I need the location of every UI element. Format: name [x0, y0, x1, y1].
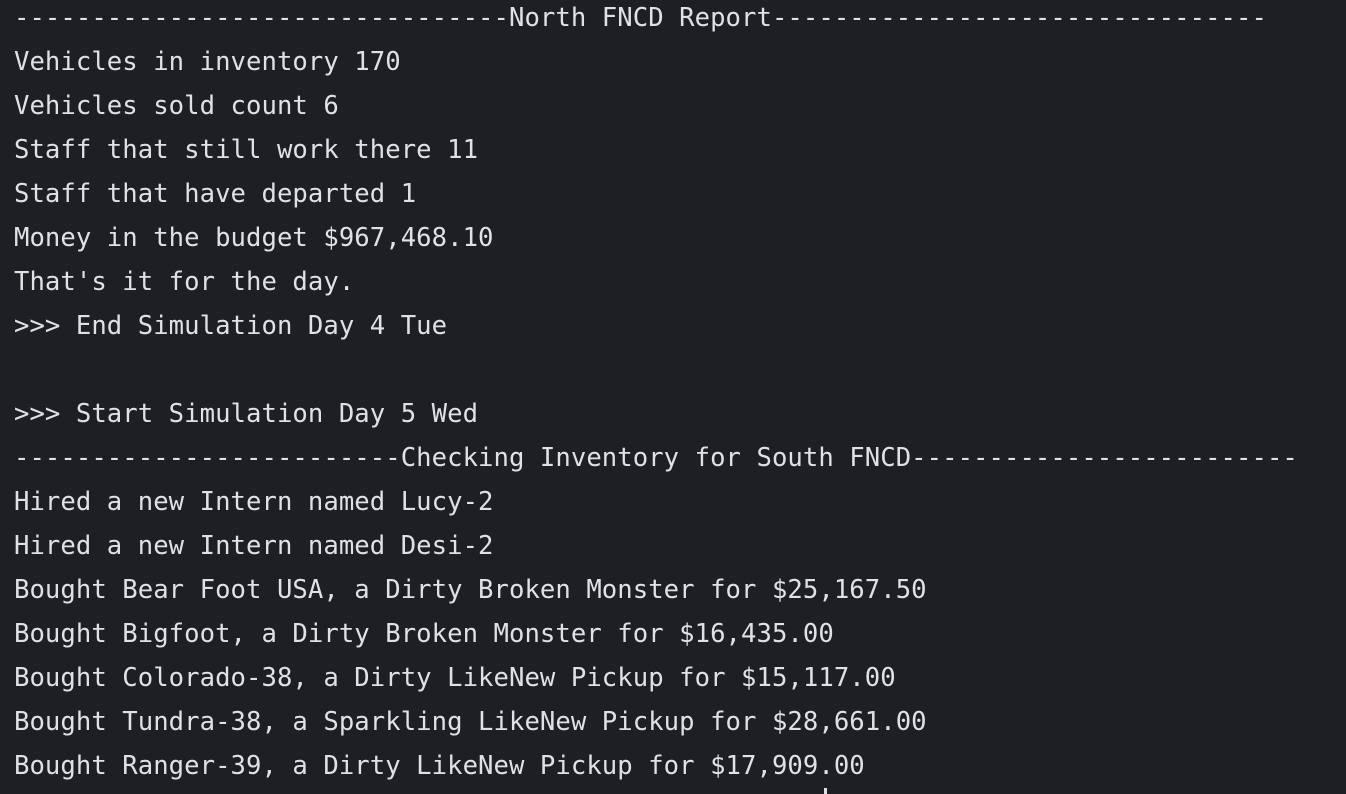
console-line-staff-working: Staff that still work there 11 — [14, 135, 479, 165]
console-line-sold-count: Vehicles sold count 6 — [14, 91, 339, 121]
console-line-staff-departed: Staff that have departed 1 — [14, 179, 417, 209]
console-line-hire-1: Hired a new Intern named Lucy-2 — [14, 487, 494, 517]
console-line-start-simulation: >>> Start Simulation Day 5 Wed — [14, 399, 479, 429]
console-line-inventory-header: -------------------------Checking Invent… — [14, 443, 1298, 473]
console-line-budget: Money in the budget $967,468.10 — [14, 223, 494, 253]
console-line-purchase-1: Bought Bear Foot USA, a Dirty Broken Mon… — [14, 575, 927, 605]
text-cursor — [824, 788, 827, 794]
console-line-report-header: --------------------------------North FN… — [14, 3, 1267, 33]
console-line-purchase-3: Bought Colorado-38, a Dirty LikeNew Pick… — [14, 663, 896, 693]
console-line-purchase-2: Bought Bigfoot, a Dirty Broken Monster f… — [14, 619, 834, 649]
console-line-purchase-4: Bought Tundra-38, a Sparkling LikeNew Pi… — [14, 707, 927, 737]
console-line-end-simulation: >>> End Simulation Day 4 Tue — [14, 311, 448, 341]
console-line-purchase-5: Bought Ranger-39, a Dirty LikeNew Pickup… — [14, 751, 865, 781]
console-line-hire-2: Hired a new Intern named Desi-2 — [14, 531, 494, 561]
console-line-end-of-day: That's it for the day. — [14, 267, 355, 297]
console-output[interactable]: --------------------------------North FN… — [0, 0, 1346, 794]
console-line-inventory: Vehicles in inventory 170 — [14, 47, 401, 77]
